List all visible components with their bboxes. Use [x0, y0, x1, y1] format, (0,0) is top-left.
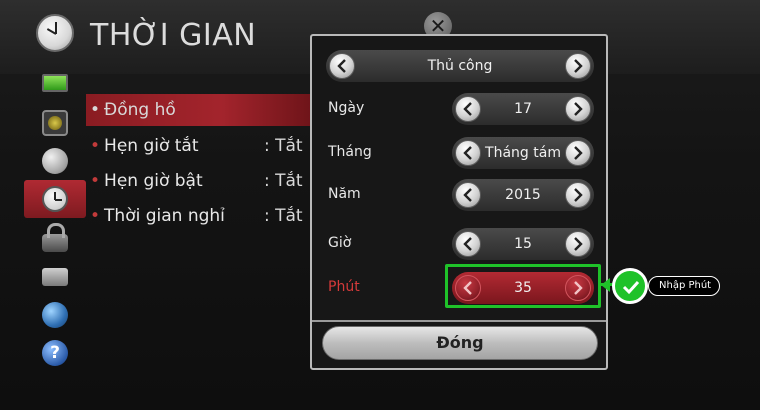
box-icon	[42, 268, 68, 286]
chevron-left-icon[interactable]	[329, 53, 355, 79]
menu-item-on-timer[interactable]: • Hẹn giờ bật : Tắt	[86, 165, 312, 197]
menu-item-value: : Tắt	[264, 171, 303, 191]
hour-row: Giờ 15	[312, 226, 606, 262]
annotation-label: Nhập Phút	[648, 276, 721, 296]
minute-highlight-box	[445, 264, 601, 308]
checkmark-icon	[612, 268, 648, 304]
day-label: Ngày	[328, 100, 365, 116]
satellite-dish-icon	[42, 148, 68, 174]
chevron-right-icon[interactable]	[565, 231, 591, 257]
chevron-right-icon[interactable]	[565, 53, 591, 79]
sidebar-item-network[interactable]	[24, 296, 86, 334]
minute-label: Phút	[328, 279, 360, 295]
help-icon: ?	[42, 340, 68, 366]
chevron-right-icon[interactable]	[565, 140, 591, 166]
sidebar-item-lock[interactable]	[24, 220, 86, 258]
globe-icon	[42, 302, 68, 328]
month-value: Tháng tám	[485, 145, 561, 161]
menu-item-sleep-timer[interactable]: • Thời gian nghỉ : Tắt	[86, 200, 312, 232]
month-selector[interactable]: Tháng tám	[452, 137, 594, 169]
mode-selector[interactable]: Thủ công	[326, 50, 594, 82]
menu-item-label: Thời gian nghỉ	[104, 206, 225, 226]
menu-item-value: : Tắt	[264, 136, 303, 156]
sidebar-item-channel[interactable]	[24, 142, 86, 180]
time-menu-list: • Đồng hồ • Hẹn giờ tắt : Tắt • Hẹn giờ bật…	[86, 64, 312, 374]
chevron-left-icon[interactable]	[455, 182, 481, 208]
sidebar-item-picture[interactable]	[24, 64, 86, 102]
clock-dialog: Thủ công Ngày 17 Tháng Tháng tám Năm 201…	[310, 34, 608, 370]
chevron-left-icon[interactable]	[455, 96, 481, 122]
year-value: 2015	[505, 187, 541, 203]
tv-screen: THỜI GIAN ✕ ? • Đồng hồ • Hẹn giờ tắt: …	[0, 0, 760, 410]
month-row: Tháng Tháng tám	[312, 135, 606, 171]
menu-item-label: Đồng hồ	[104, 100, 176, 120]
menu-item-clock[interactable]: • Đồng hồ	[86, 94, 312, 126]
lock-icon	[42, 223, 68, 252]
hour-value: 15	[514, 236, 532, 252]
month-label: Tháng	[328, 144, 372, 160]
year-label: Năm	[328, 186, 361, 202]
day-selector[interactable]: 17	[452, 93, 594, 125]
clock-icon	[42, 186, 68, 212]
sidebar-item-time[interactable]	[24, 180, 86, 218]
menu-item-label: Hẹn giờ tắt	[104, 136, 199, 156]
close-button[interactable]: Đóng	[322, 326, 598, 360]
sidebar-item-option[interactable]	[24, 258, 86, 296]
sidebar: ?	[24, 64, 86, 374]
sidebar-item-support[interactable]: ?	[24, 334, 86, 372]
hour-label: Giờ	[328, 235, 352, 251]
dialog-divider	[312, 320, 606, 322]
chevron-right-icon[interactable]	[565, 96, 591, 122]
page-title: THỜI GIAN	[90, 18, 257, 53]
sidebar-item-sound[interactable]	[24, 104, 86, 142]
screen-icon	[42, 74, 68, 92]
menu-item-off-timer[interactable]: • Hẹn giờ tắt : Tắt	[86, 130, 312, 162]
year-selector[interactable]: 2015	[452, 179, 594, 211]
mode-row: Thủ công	[312, 48, 606, 84]
year-row: Năm 2015	[312, 177, 606, 213]
day-value: 17	[514, 101, 532, 117]
chevron-right-icon[interactable]	[565, 182, 591, 208]
speaker-icon	[42, 110, 68, 136]
clock-icon	[36, 14, 74, 52]
chevron-left-icon[interactable]	[455, 140, 481, 166]
menu-item-value: : Tắt	[264, 206, 303, 226]
chevron-left-icon[interactable]	[455, 231, 481, 257]
mode-value: Thủ công	[427, 58, 493, 74]
menu-item-label: Hẹn giờ bật	[104, 171, 203, 191]
hour-selector[interactable]: 15	[452, 228, 594, 260]
day-row: Ngày 17	[312, 91, 606, 127]
